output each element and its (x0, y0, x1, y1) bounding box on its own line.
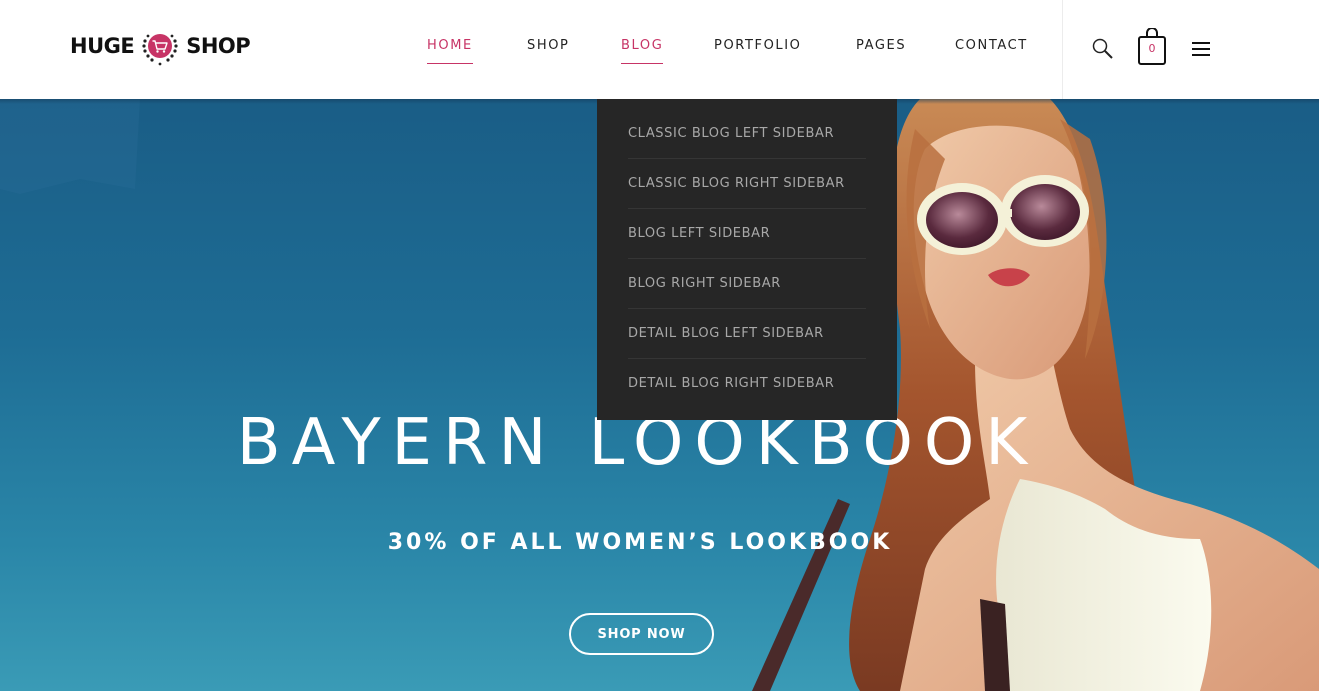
cart-count: 0 (1148, 42, 1156, 55)
dropdown-item-classic-blog-left-sidebar[interactable]: CLASSIC BLOG LEFT SIDEBAR (628, 109, 866, 159)
dropdown-item-classic-blog-right-sidebar[interactable]: CLASSIC BLOG RIGHT SIDEBAR (628, 159, 866, 209)
nav-pages[interactable]: PAGES (856, 38, 906, 64)
shopping-cart-icon (137, 23, 183, 69)
logo-text-right: SHOP (186, 34, 251, 58)
site-header: HUGE SHOP HOME SHOP BLOG PORTFOLIO PAGES… (0, 0, 1319, 99)
search-icon[interactable] (1091, 37, 1115, 61)
blog-dropdown-menu: CLASSIC BLOG LEFT SIDEBAR CLASSIC BLOG R… (597, 99, 897, 420)
dropdown-item-detail-blog-left-sidebar[interactable]: DETAIL BLOG LEFT SIDEBAR (628, 309, 866, 359)
dropdown-item-blog-left-sidebar[interactable]: BLOG LEFT SIDEBAR (628, 209, 866, 259)
hero-subtitle: 30% OF ALL WOMEN’S LOOKBOOK (387, 530, 893, 555)
shop-now-button[interactable]: SHOP NOW (569, 613, 714, 655)
nav-contact[interactable]: CONTACT (955, 38, 1028, 64)
logo-text-left: HUGE (70, 34, 135, 58)
shopping-bag-icon[interactable]: 0 (1137, 27, 1167, 66)
dropdown-item-blog-right-sidebar[interactable]: BLOG RIGHT SIDEBAR (628, 259, 866, 309)
nav-portfolio[interactable]: PORTFOLIO (714, 38, 802, 64)
nav-shop[interactable]: SHOP (527, 38, 570, 64)
nav-home[interactable]: HOME (427, 38, 473, 64)
dropdown-item-detail-blog-right-sidebar[interactable]: DETAIL BLOG RIGHT SIDEBAR (628, 359, 866, 409)
logo[interactable]: HUGE SHOP (70, 23, 251, 69)
nav-blog[interactable]: BLOG (621, 38, 664, 64)
hamburger-menu-icon[interactable] (1192, 42, 1211, 57)
header-divider (1062, 0, 1063, 99)
